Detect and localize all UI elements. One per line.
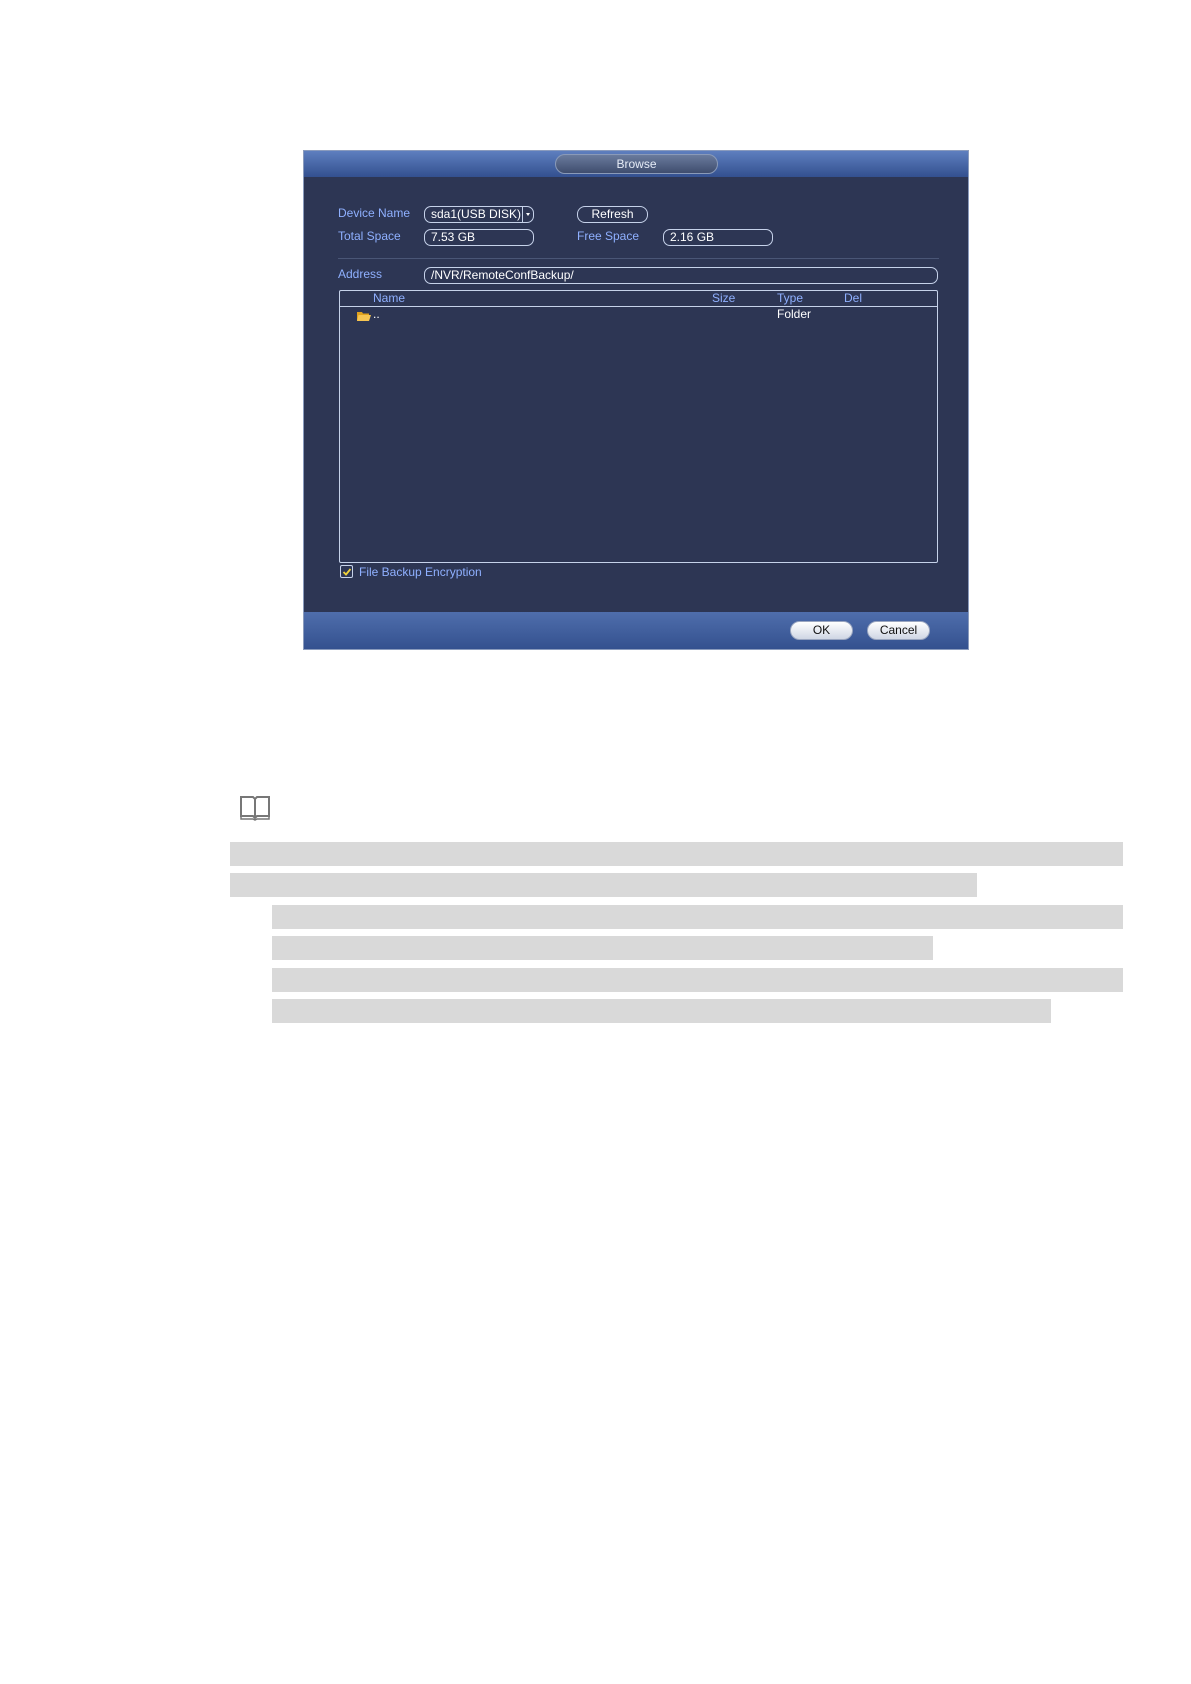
dialog-button-bar: OK Cancel [304,612,968,649]
table-row[interactable]: .. Folder [340,307,937,323]
refresh-button[interactable]: Refresh [577,206,648,223]
folder-icon [357,309,371,321]
document-page: Browse Device Name sda1(USB DISK) Refres… [0,0,1191,1684]
device-name-label: Device Name [338,206,411,220]
column-del[interactable]: Del [844,291,862,305]
redacted-text-line [272,936,933,960]
redacted-text-line [230,842,1123,866]
column-type[interactable]: Type [777,291,803,305]
divider [338,258,939,259]
row-name: .. [373,307,380,321]
book-icon [240,796,270,821]
total-space-field: 7.53 GB [424,229,534,246]
cancel-button[interactable]: Cancel [867,621,930,640]
redacted-text-line [272,905,1123,929]
encryption-label[interactable]: File Backup Encryption [359,564,482,580]
redacted-text-line [230,873,977,897]
row-type: Folder [777,307,812,321]
checkmark-icon [342,568,352,576]
dropdown-arrow-icon[interactable] [522,207,533,222]
free-space-label: Free Space [577,229,640,243]
ok-button[interactable]: OK [790,621,853,640]
device-name-value: sda1(USB DISK) [431,207,522,221]
total-space-label: Total Space [338,229,401,243]
column-size[interactable]: Size [712,291,735,305]
dialog-title: Browse [555,154,718,174]
address-input[interactable]: /NVR/RemoteConfBackup/ [424,267,938,284]
dialog-title-bar[interactable]: Browse [304,151,968,177]
column-name[interactable]: Name [373,291,405,305]
free-space-field: 2.16 GB [663,229,773,246]
device-name-select[interactable]: sda1(USB DISK) [424,206,534,223]
browse-dialog: Browse Device Name sda1(USB DISK) Refres… [303,150,969,650]
table-header: Name Size Type Del [340,291,937,307]
address-label: Address [338,267,383,281]
redacted-text-line [272,968,1123,992]
encryption-checkbox[interactable] [340,565,353,578]
redacted-text-line [272,999,1051,1023]
file-table: Name Size Type Del .. Folder [339,290,938,563]
